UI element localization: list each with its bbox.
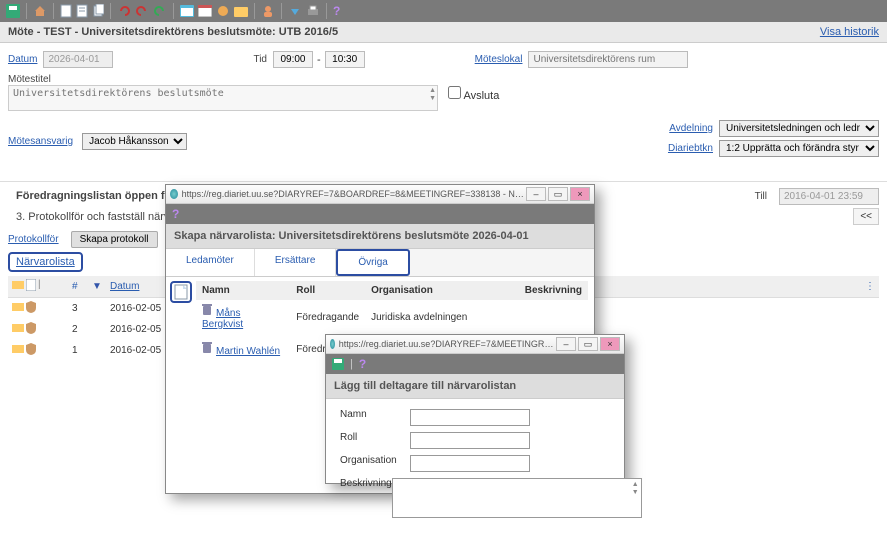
chevron-down-icon[interactable]: ▼ xyxy=(632,489,639,497)
popup2-url: https://reg.diariet.uu.se?DIARYREF=7&MEE… xyxy=(339,339,556,349)
motesansvarig-select[interactable]: Jacob Håkansson xyxy=(82,133,187,150)
avdelning-select[interactable]: Universitetsledningen och ledr xyxy=(719,120,879,137)
minimize-button[interactable]: – xyxy=(526,187,546,201)
tid-to-input[interactable] xyxy=(325,51,365,68)
shield-icon[interactable] xyxy=(26,343,36,355)
organisation-input[interactable] xyxy=(410,455,530,472)
participant-name-link[interactable]: Martin Wahlén xyxy=(216,346,280,357)
folder-icon[interactable] xyxy=(12,322,24,334)
f-namn: Namn xyxy=(340,409,410,420)
popup2-title: Lägg till deltagare till närvarolistan xyxy=(326,374,624,399)
popup1-title: Skapa närvarolista: Universitetsdirektör… xyxy=(166,224,594,249)
close-button[interactable]: × xyxy=(570,187,590,201)
narvarolista-link[interactable]: Närvarolista xyxy=(8,252,83,272)
tab-ersattare[interactable]: Ersättare xyxy=(255,249,337,276)
redo-green-icon[interactable] xyxy=(153,4,167,18)
beskrivning-input[interactable] xyxy=(392,478,642,518)
bar-icon[interactable]: | xyxy=(38,279,41,291)
help-icon[interactable]: ? xyxy=(172,207,179,221)
protokollfor-link[interactable]: Protokollför xyxy=(8,234,59,245)
skapa-protokoll-button[interactable]: Skapa protokoll xyxy=(71,231,158,248)
avsluta-label: Avsluta xyxy=(463,90,499,102)
pcol-org[interactable]: Organisation xyxy=(365,281,519,300)
arrow-down-icon[interactable] xyxy=(288,4,302,18)
doc-new-icon[interactable] xyxy=(60,4,72,18)
doc-icon[interactable] xyxy=(26,279,36,291)
add-participant-button[interactable] xyxy=(170,281,192,303)
motesansvarig-label[interactable]: Mötesansvarig xyxy=(8,136,73,147)
avdelning-label[interactable]: Avdelning xyxy=(669,123,713,134)
doc-edit-icon[interactable] xyxy=(76,4,88,18)
help-icon[interactable]: ? xyxy=(333,4,340,18)
till-input[interactable] xyxy=(779,188,879,205)
save-icon[interactable] xyxy=(332,358,344,370)
popup1-tabs: Ledamöter Ersättare Övriga xyxy=(166,249,594,277)
col-num[interactable]: # xyxy=(68,276,88,298)
pcol-roll[interactable]: Roll xyxy=(290,281,365,300)
save-icon[interactable] xyxy=(6,4,20,18)
diariebtkn-label[interactable]: Diariebtkn xyxy=(668,143,713,154)
shield-icon[interactable] xyxy=(26,301,36,313)
f-beskr: Beskrivning xyxy=(340,478,392,489)
globe-icon xyxy=(170,189,178,199)
collapse-button[interactable]: << xyxy=(853,208,879,225)
chevron-down-icon[interactable]: ▼ xyxy=(429,95,436,103)
datum-input[interactable] xyxy=(43,51,113,68)
sort-indicator-icon[interactable]: ▼ xyxy=(88,276,106,298)
tab-ovriga[interactable]: Övriga xyxy=(336,249,409,276)
moteslokal-label[interactable]: Möteslokal xyxy=(475,54,523,65)
redo-red-icon[interactable] xyxy=(135,4,149,18)
col-menu-icon[interactable]: ⋮ xyxy=(859,276,879,298)
avsluta-checkbox[interactable] xyxy=(448,86,461,99)
main-toolbar: ? xyxy=(0,0,887,22)
maximize-button[interactable]: ▭ xyxy=(548,187,568,201)
home-icon[interactable] xyxy=(33,4,47,18)
maximize-button[interactable]: ▭ xyxy=(578,337,598,351)
history-link[interactable]: Visa historik xyxy=(820,26,879,38)
pcol-namn[interactable]: Namn xyxy=(196,281,290,300)
minimize-button[interactable]: – xyxy=(556,337,576,351)
popup-add-participant: https://reg.diariet.uu.se?DIARYREF=7&MEE… xyxy=(325,334,625,484)
undo-icon[interactable] xyxy=(117,4,131,18)
motestitel-input[interactable] xyxy=(8,85,438,111)
pcol-beskr[interactable]: Beskrivning xyxy=(519,281,588,300)
motestitel-label: Mötestitel xyxy=(8,74,442,85)
popup1-url: https://reg.diariet.uu.se?DIARYREF=7&BOA… xyxy=(182,189,526,199)
folder-icon[interactable] xyxy=(12,343,24,355)
window-icon[interactable] xyxy=(180,5,194,17)
doc-copy-icon[interactable] xyxy=(92,4,104,18)
f-roll: Roll xyxy=(340,432,410,443)
datum-label[interactable]: Datum xyxy=(8,54,37,65)
globe-icon xyxy=(330,339,335,349)
delete-icon[interactable] xyxy=(202,342,212,354)
namn-input[interactable] xyxy=(410,409,530,426)
folder-icon[interactable] xyxy=(12,301,24,313)
print-icon[interactable] xyxy=(306,4,320,18)
shield-icon[interactable] xyxy=(26,322,36,334)
chevron-up-icon[interactable]: ▲ xyxy=(632,481,639,489)
header-strip: Möte - TEST - Universitetsdirektörens be… xyxy=(0,22,887,43)
diariebtkn-select[interactable]: 1:2 Upprätta och förändra styr xyxy=(719,140,879,157)
help-icon[interactable]: ? xyxy=(359,357,366,371)
folder-icon[interactable] xyxy=(12,279,24,291)
till-label: Till xyxy=(755,191,767,202)
f-org: Organisation xyxy=(340,455,410,466)
folder-icon[interactable] xyxy=(234,5,248,17)
chevron-up-icon[interactable]: ▲ xyxy=(429,87,436,95)
tid-label: Tid xyxy=(253,54,267,65)
list-item[interactable]: Måns BergkvistFöredragandeJuridiska avde… xyxy=(196,300,588,334)
tid-from-input[interactable] xyxy=(273,51,313,68)
roll-input[interactable] xyxy=(410,432,530,449)
moteslokal-input[interactable] xyxy=(528,51,688,68)
user-icon[interactable] xyxy=(261,4,275,18)
delete-icon[interactable] xyxy=(202,304,212,316)
tools-icon[interactable] xyxy=(216,4,230,18)
calendar-icon[interactable] xyxy=(198,5,212,17)
tab-ledamoter[interactable]: Ledamöter xyxy=(166,249,255,276)
close-button[interactable]: × xyxy=(600,337,620,351)
page-title: Möte - TEST - Universitetsdirektörens be… xyxy=(8,26,338,38)
